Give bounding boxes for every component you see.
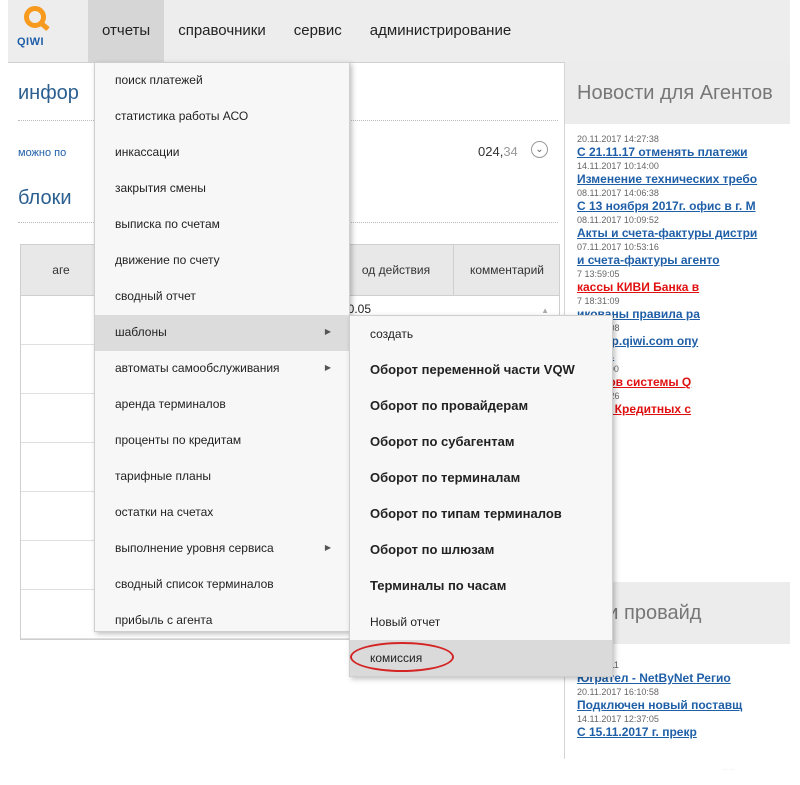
templates-submenu: создать Оборот переменной части VQW Обор… bbox=[349, 315, 613, 677]
menu-item-tariff-plans[interactable]: тарифные планы bbox=[95, 459, 349, 495]
news-date: 07.11.2017 10:53:16 bbox=[577, 242, 659, 252]
submenu-item-terminal-turnover[interactable]: Оборот по терминалам bbox=[350, 460, 612, 496]
reports-menu: поиск платежей статистика работы АСО инк… bbox=[94, 62, 350, 632]
submenu-item-new-report[interactable]: Новый отчет bbox=[350, 604, 612, 640]
news-link[interactable]: С 13 ноября 2017г. офис в г. М bbox=[577, 199, 790, 213]
menu-item-terminal-list[interactable]: сводный список терминалов bbox=[95, 567, 349, 603]
news-date: 14.11.2017 12:37:05 bbox=[577, 714, 659, 724]
balance-amount: 024,34 bbox=[478, 144, 518, 159]
submenu-item-subagent-turnover[interactable]: Оборот по субагентам bbox=[350, 424, 612, 460]
menu-item-agent-profit[interactable]: прибыль с агента bbox=[95, 603, 349, 639]
menu-item-terminal-rent[interactable]: аренда терминалов bbox=[95, 387, 349, 423]
menu-item-aso-stats[interactable]: статистика работы АСО bbox=[95, 99, 349, 135]
submenu-item-terminals-by-hour[interactable]: Терминалы по часам bbox=[350, 568, 612, 604]
news-link[interactable]: С 15.11.2017 г. прекр bbox=[577, 725, 790, 739]
menu-item-account-movement[interactable]: движение по счету bbox=[95, 243, 349, 279]
news-date: 14.11.2017 10:14:00 bbox=[577, 161, 659, 171]
main-nav: отчеты справочники сервис администрирова… bbox=[88, 0, 525, 62]
logo-word: QIWI bbox=[17, 36, 45, 48]
news-link[interactable]: кассы КИВИ Банка в bbox=[577, 280, 790, 294]
news-link[interactable]: Изменение технических требо bbox=[577, 172, 790, 186]
col-action-code[interactable]: од действия bbox=[337, 245, 454, 295]
menu-item-payment-search[interactable]: поиск платежей bbox=[95, 63, 349, 99]
news-date: 7 18:31:09 bbox=[577, 296, 620, 306]
page: QIWI отчеты справочники сервис администр… bbox=[8, 0, 790, 770]
submenu-item-provider-turnover[interactable]: Оборот по провайдерам bbox=[350, 388, 612, 424]
chevron-right-icon: ▶ bbox=[324, 543, 331, 552]
menu-item-shift-closing[interactable]: закрытия смены bbox=[95, 171, 349, 207]
menu-item-loan-interest[interactable]: проценты по кредитам bbox=[95, 423, 349, 459]
news-link[interactable]: С 21.11.17 отменять платежи bbox=[577, 145, 790, 159]
menu-item-account-balances[interactable]: остатки на счетах bbox=[95, 495, 349, 531]
news-date: 7 13:59:05 bbox=[577, 269, 620, 279]
chevron-down-icon[interactable]: ⌄ bbox=[531, 141, 548, 158]
submenu-item-create[interactable]: создать bbox=[350, 316, 612, 352]
highlight-ring bbox=[350, 642, 454, 672]
qiwi-logo[interactable]: QIWI bbox=[16, 6, 60, 56]
chevron-right-icon: ▶ bbox=[324, 327, 331, 336]
news-date: 08.11.2017 10:09:52 bbox=[577, 215, 659, 225]
nav-reports[interactable]: отчеты bbox=[88, 0, 165, 62]
news-date: 08.11.2017 14:06:38 bbox=[577, 188, 659, 198]
info-link[interactable]: можно по bbox=[18, 147, 66, 159]
menu-item-account-statement[interactable]: выписка по счетам bbox=[95, 207, 349, 243]
news-link[interactable]: и счета-фактуры агенто bbox=[577, 253, 790, 267]
submenu-item-terminal-type-turnover[interactable]: Оборот по типам терминалов bbox=[350, 496, 612, 532]
nav-service[interactable]: сервис bbox=[280, 0, 356, 62]
header: QIWI отчеты справочники сервис администр… bbox=[8, 0, 790, 63]
submenu-item-vqw-turnover[interactable]: Оборот переменной части VQW bbox=[350, 352, 612, 388]
news-date: 20.11.2017 16:10:58 bbox=[577, 687, 659, 697]
submenu-item-gateway-turnover[interactable]: Оборот по шлюзам bbox=[350, 532, 612, 568]
news-date: 20.11.2017 14:27:38 bbox=[577, 134, 659, 144]
menu-item-collections[interactable]: инкассации bbox=[95, 135, 349, 171]
nav-administration[interactable]: администрирование bbox=[356, 0, 525, 62]
blocks-heading: блоки bbox=[18, 187, 72, 209]
col-comment[interactable]: комментарий bbox=[453, 245, 560, 295]
news-link[interactable]: Акты и счета-фактуры дистри bbox=[577, 226, 790, 240]
scroll-up-icon[interactable]: ▲ bbox=[541, 306, 549, 315]
col-agent[interactable]: аге bbox=[21, 245, 101, 295]
menu-item-kiosks[interactable]: автоматы самообслуживания ▶ bbox=[95, 351, 349, 387]
info-heading: инфор bbox=[18, 82, 79, 104]
nav-directories[interactable]: справочники bbox=[164, 0, 280, 62]
news-link[interactable]: Подключен новый поставщ bbox=[577, 698, 790, 712]
menu-item-service-level[interactable]: выполнение уровня сервиса ▶ bbox=[95, 531, 349, 567]
news-title: Новости для Агентов bbox=[565, 62, 790, 124]
submenu-item-commission[interactable]: комиссия bbox=[350, 640, 612, 676]
menu-item-summary-report[interactable]: сводный отчет bbox=[95, 279, 349, 315]
menu-item-templates[interactable]: шаблоны ▶ bbox=[95, 315, 349, 351]
chevron-right-icon: ▶ bbox=[324, 363, 331, 372]
